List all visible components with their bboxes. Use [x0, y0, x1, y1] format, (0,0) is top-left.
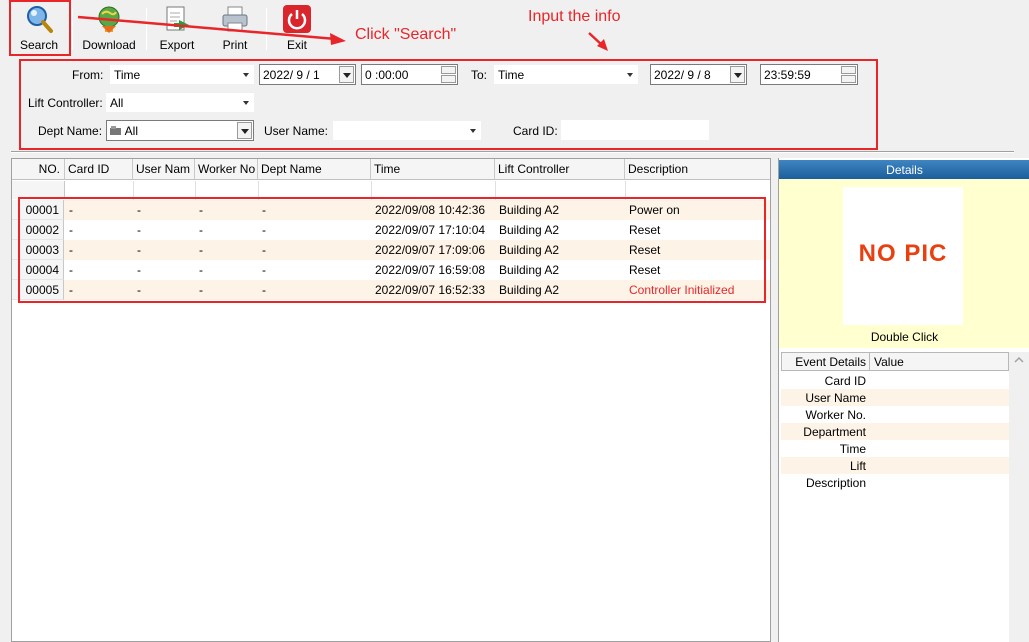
toolbar-separator	[72, 8, 73, 50]
toolbar: Search Download Export Print Exit	[0, 0, 1029, 56]
download-label: Download	[82, 38, 136, 52]
detail-key: User Name	[805, 391, 866, 405]
detail-key: Lift	[849, 459, 866, 473]
scroll-up-icon[interactable]	[1009, 352, 1029, 366]
search-highlight-box	[9, 0, 71, 56]
column-header-lift-controller[interactable]: Lift Controller	[495, 159, 625, 180]
detail-row: Lift	[781, 457, 1009, 474]
detail-key: Card ID	[824, 374, 866, 388]
download-button[interactable]: Download	[78, 2, 140, 54]
event-details-header: Event Details Value	[781, 352, 1009, 371]
exit-label: Exit	[286, 38, 307, 52]
column-header-user-name[interactable]: User Nam	[133, 159, 195, 180]
photo-placeholder[interactable]: NO PIC	[843, 187, 963, 325]
input-info-annotation: Input the info	[528, 8, 621, 25]
details-title: Details	[779, 160, 1029, 179]
power-icon	[282, 4, 312, 34]
detail-row: User Name	[781, 389, 1009, 406]
divider	[11, 151, 1014, 153]
event-details-column[interactable]: Event Details	[782, 353, 870, 370]
filter-highlight-box	[19, 59, 878, 150]
export-button[interactable]: Export	[152, 2, 202, 54]
column-header-dept-name[interactable]: Dept Name	[258, 159, 371, 180]
results-highlight-box	[18, 197, 766, 303]
detail-key: Description	[805, 476, 866, 490]
detail-key: Worker No.	[805, 408, 866, 422]
detail-row: Worker No.	[781, 406, 1009, 423]
double-click-hint: Double Click	[870, 330, 939, 344]
no-pic-text: NO PIC	[858, 240, 948, 267]
column-header-time[interactable]: Time	[371, 159, 495, 180]
detail-key: Time	[839, 442, 866, 456]
print-button[interactable]: Print	[210, 2, 260, 54]
printer-icon	[220, 4, 250, 34]
detail-key: Department	[803, 425, 866, 439]
table-header: NO. Card ID User Nam Worker No Dept Name…	[12, 159, 770, 180]
toolbar-separator	[146, 8, 147, 50]
download-globe-icon	[94, 4, 124, 34]
details-panel: Details NO PIC Double Click Event Detail…	[778, 158, 1029, 642]
exit-button[interactable]: Exit	[272, 2, 322, 54]
detail-row: Description	[781, 474, 1009, 491]
column-header-worker-no[interactable]: Worker No	[195, 159, 258, 180]
details-scrollbar[interactable]	[1009, 352, 1029, 642]
click-search-annotation: Click "Search"	[355, 26, 457, 43]
value-column[interactable]: Value	[874, 355, 904, 369]
detail-row: Card ID	[781, 372, 1009, 389]
export-label: Export	[159, 38, 195, 52]
detail-row: Department	[781, 423, 1009, 440]
toolbar-separator	[266, 8, 267, 50]
detail-row: Time	[781, 440, 1009, 457]
column-header-description[interactable]: Description	[625, 159, 770, 180]
print-label: Print	[222, 38, 248, 52]
column-header-card-id[interactable]: Card ID	[65, 159, 133, 180]
export-icon	[162, 4, 192, 34]
column-header-no[interactable]: NO.	[12, 159, 65, 180]
photo-area[interactable]: NO PIC Double Click	[779, 179, 1029, 348]
